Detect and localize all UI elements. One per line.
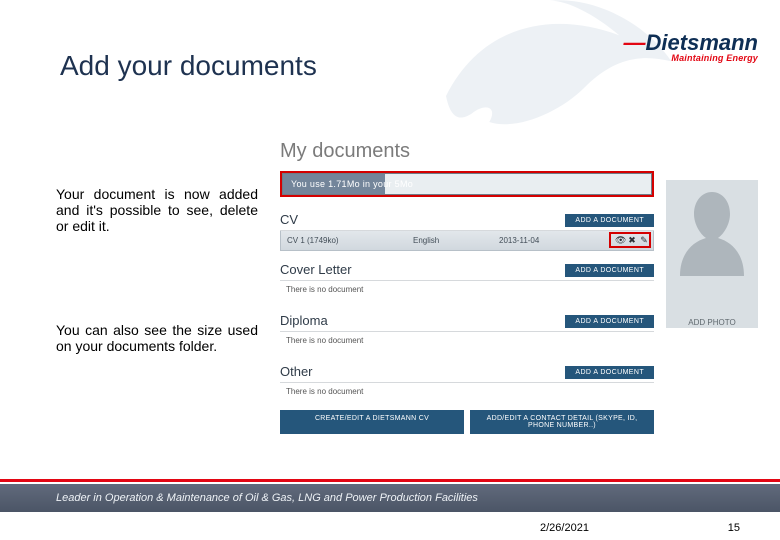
storage-usage-bar: You use 1.71Mo in your 5Mo	[282, 173, 652, 195]
footer-page-number: 15	[728, 522, 740, 534]
logo-tagline: Maintaining Energy	[624, 54, 758, 63]
footer-date: 2/26/2021	[540, 522, 589, 534]
section-diploma-title: Diploma	[280, 313, 565, 331]
create-cv-button[interactable]: CREATE/EDIT A DIETSMANN CV	[280, 410, 464, 434]
view-icon[interactable]: 👁	[615, 235, 625, 246]
storage-usage-highlight: You use 1.71Mo in your 5Mo	[280, 171, 654, 197]
instruction-text-2: You can also see the size used on your d…	[56, 322, 258, 354]
company-logo: —Dietsmann Maintaining Energy	[624, 32, 758, 63]
cover-no-document: There is no document	[280, 281, 654, 302]
add-photo-label: ADD PHOTO	[688, 286, 735, 327]
header: Add your documents —Dietsmann Maintainin…	[0, 50, 780, 90]
section-diploma: Diploma ADD A DOCUMENT There is no docum…	[280, 306, 654, 353]
footer-bar: Leader in Operation & Maintenance of Oil…	[0, 484, 780, 512]
add-document-button[interactable]: ADD A DOCUMENT	[565, 366, 654, 379]
section-other: Other ADD A DOCUMENT There is no documen…	[280, 357, 654, 404]
section-other-title: Other	[280, 364, 565, 382]
cv-document-row: CV 1 (1749ko) English 2013-11-04 👁 ✖ ✎	[280, 231, 654, 251]
diploma-no-document: There is no document	[280, 332, 654, 353]
delete-icon[interactable]: ✖	[627, 235, 637, 246]
cv-doc-name: CV 1 (1749ko)	[287, 236, 407, 245]
profile-photo-placeholder[interactable]: ADD PHOTO	[666, 180, 758, 328]
logo-brand: —Dietsmann	[624, 32, 758, 54]
edit-icon[interactable]: ✎	[639, 235, 649, 246]
section-cv: CV ADD A DOCUMENT CV 1 (1749ko) English …	[280, 205, 654, 251]
footer-tagline: Leader in Operation & Maintenance of Oil…	[56, 492, 478, 504]
page-title: Add your documents	[60, 50, 317, 82]
documents-panel: My documents You use 1.71Mo in your 5Mo …	[280, 140, 758, 434]
cv-doc-language: English	[413, 236, 493, 245]
panel-title: My documents	[280, 140, 758, 163]
other-no-document: There is no document	[280, 383, 654, 404]
add-document-button[interactable]: ADD A DOCUMENT	[565, 264, 654, 277]
add-document-button[interactable]: ADD A DOCUMENT	[565, 315, 654, 328]
storage-usage-text: You use 1.71Mo in your 5Mo	[291, 179, 413, 189]
instruction-text-1: Your document is now added and it's poss…	[56, 186, 258, 234]
section-cover-title: Cover Letter	[280, 262, 565, 280]
add-document-button[interactable]: ADD A DOCUMENT	[565, 214, 654, 227]
avatar-silhouette-icon	[666, 180, 758, 286]
section-cv-title: CV	[280, 212, 565, 230]
cv-doc-date: 2013-11-04	[499, 236, 609, 245]
section-cover-letter: Cover Letter ADD A DOCUMENT There is no …	[280, 255, 654, 302]
add-contact-button[interactable]: ADD/EDIT A CONTACT DETAIL (SKYPE, ID, PH…	[470, 410, 654, 434]
